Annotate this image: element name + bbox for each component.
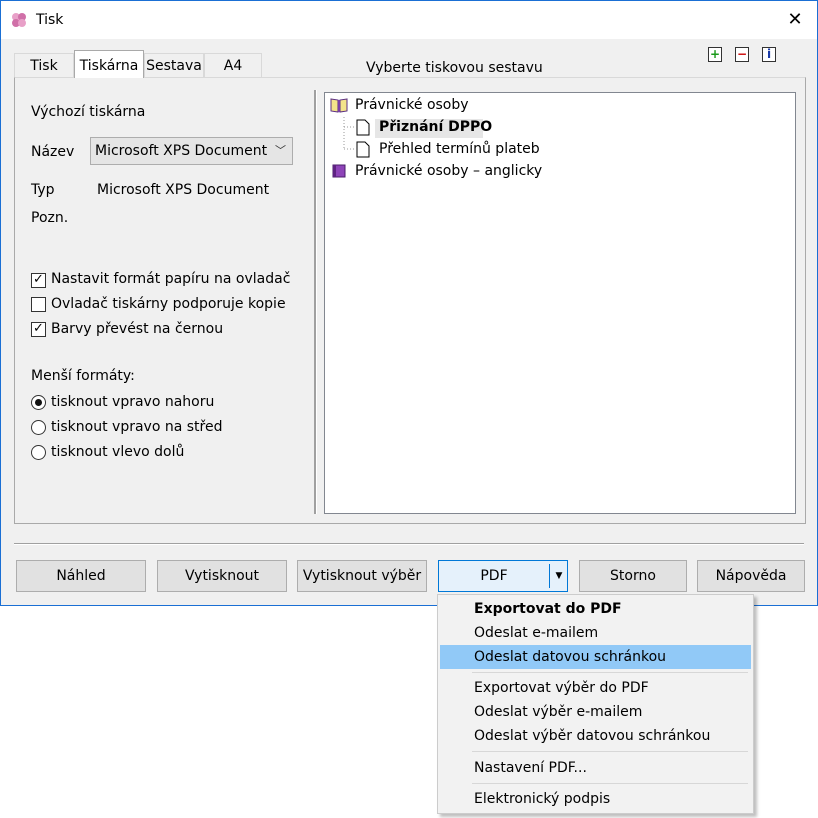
radio-top-right[interactable]	[31, 395, 46, 410]
printer-note-label: Pozn.	[31, 210, 69, 226]
printer-type-value: Microsoft XPS Document	[97, 182, 270, 198]
split-divider	[549, 564, 550, 588]
menu-item-send-databox[interactable]: Odeslat datovou schránkou	[440, 645, 751, 669]
checkbox-paper-format-label: Nastavit formát papíru na ovladač	[51, 271, 291, 287]
radio-bottom-left-label: tisknout vlevo dolů	[51, 444, 185, 460]
pdf-button-label: PDF	[480, 568, 508, 584]
add-report-button[interactable]: +	[708, 47, 722, 62]
checkbox-driver-copies-label: Ovladač tiskárny podporuje kopie	[51, 296, 286, 312]
menu-item-export-pdf[interactable]: Exportovat do PDF	[438, 597, 753, 621]
book-open-icon	[330, 98, 348, 113]
tab-tisk[interactable]: Tisk	[14, 53, 74, 77]
page-icon	[356, 119, 370, 136]
minus-icon: −	[736, 47, 748, 61]
radio-middle-right-label: tisknout vpravo na střed	[51, 419, 223, 435]
tree-node-payment-schedule[interactable]: Přehled termínů plateb	[379, 141, 540, 157]
radio-top-right-label: tisknout vpravo nahoru	[51, 394, 215, 410]
window-title: Tisk	[36, 12, 64, 28]
pdf-split-button[interactable]: PDF ▼	[438, 560, 568, 592]
tree-node-legal-entities[interactable]: Právnické osoby	[355, 97, 469, 113]
preview-button[interactable]: Náhled	[16, 560, 146, 592]
radio-bottom-left[interactable]	[31, 445, 46, 460]
printer-select-value: Microsoft XPS Document Writer	[95, 143, 271, 159]
printer-select[interactable]: Microsoft XPS Document Writer ﹀	[90, 137, 293, 165]
info-icon: i	[766, 47, 772, 61]
info-report-button[interactable]: i	[762, 47, 776, 62]
printer-heading: Výchozí tiskárna	[31, 104, 146, 120]
check-icon: ✓	[33, 321, 44, 336]
tab-a4[interactable]: A4	[204, 53, 262, 77]
report-tree[interactable]: Právnické osoby Přiznání DPPO Přehled te…	[324, 92, 796, 514]
tree-node-legal-entities-en[interactable]: Právnické osoby – anglicky	[355, 163, 542, 179]
menu-item-send-email[interactable]: Odeslat e-mailem	[438, 621, 753, 645]
check-icon: ✓	[33, 272, 44, 287]
menu-separator	[472, 783, 748, 784]
app-icon	[12, 13, 26, 27]
menu-item-pdf-settings[interactable]: Nastavení PDF...	[438, 756, 753, 780]
remove-report-button[interactable]: −	[735, 47, 749, 62]
printer-name-label: Název	[31, 144, 75, 160]
plus-icon: +	[709, 47, 721, 61]
vertical-divider	[314, 90, 317, 514]
checkbox-paper-format[interactable]: ✓	[31, 273, 46, 288]
print-selection-button[interactable]: Vytisknout výběr	[297, 560, 427, 592]
close-button[interactable]: ✕	[777, 6, 813, 34]
tab-tiskarna[interactable]: Tiskárna	[74, 50, 144, 78]
help-button[interactable]: Nápověda	[697, 560, 805, 592]
menu-item-digital-signature[interactable]: Elektronický podpis	[438, 787, 753, 811]
printer-type-label: Typ	[31, 182, 55, 198]
dropdown-arrow-icon[interactable]: ▼	[551, 561, 567, 591]
radio-middle-right[interactable]	[31, 420, 46, 435]
report-tree-heading: Vyberte tiskovou sestavu	[366, 60, 543, 76]
title-bar: Tisk ✕	[1, 1, 817, 39]
menu-separator	[472, 751, 748, 752]
pdf-menu: Exportovat do PDF Odeslat e-mailem Odesl…	[437, 594, 754, 814]
tree-node-dppo[interactable]: Přiznání DPPO	[379, 119, 492, 135]
checkbox-black-white[interactable]: ✓	[31, 322, 46, 337]
page-icon	[356, 141, 370, 158]
checkbox-black-white-label: Barvy převést na černou	[51, 321, 224, 337]
menu-separator	[472, 672, 748, 673]
horizontal-divider	[14, 543, 804, 545]
menu-item-send-selection-email[interactable]: Odeslat výběr e-mailem	[438, 700, 753, 724]
checkbox-driver-copies[interactable]	[31, 297, 46, 312]
small-formats-heading: Menší formáty:	[31, 368, 135, 384]
chevron-down-icon: ﹀	[275, 144, 286, 157]
menu-item-export-selection-pdf[interactable]: Exportovat výběr do PDF	[438, 676, 753, 700]
print-button[interactable]: Vytisknout	[157, 560, 287, 592]
menu-item-send-selection-databox[interactable]: Odeslat výběr datovou schránkou	[438, 724, 753, 748]
tab-sestava[interactable]: Sestava	[144, 53, 204, 77]
close-icon: ✕	[787, 9, 803, 30]
book-closed-icon	[332, 164, 346, 178]
cancel-button[interactable]: Storno	[579, 560, 687, 592]
